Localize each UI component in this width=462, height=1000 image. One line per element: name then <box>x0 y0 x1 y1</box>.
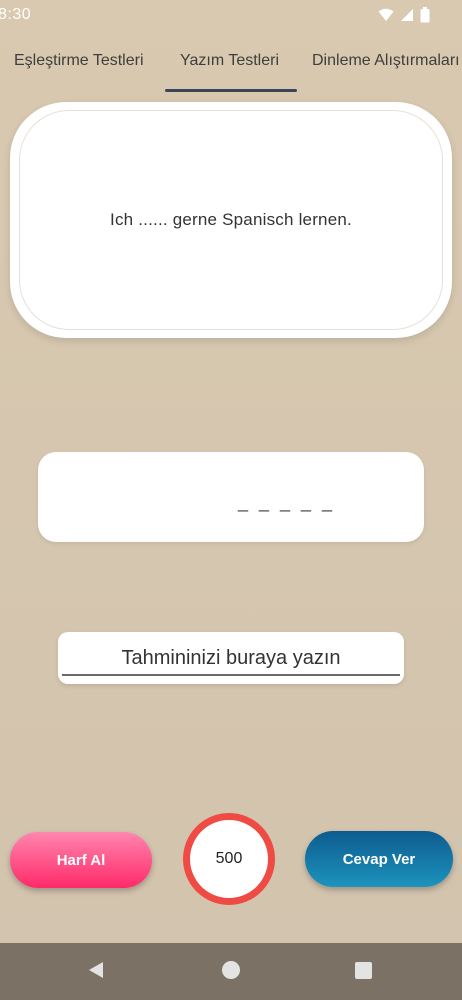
answer-mask-box: _ _ _ _ _ <box>38 452 424 542</box>
get-letter-button[interactable]: Harf Al <box>10 832 152 888</box>
guess-underline <box>62 674 400 676</box>
tab-selected-indicator <box>165 89 297 92</box>
wifi-icon <box>378 8 394 21</box>
get-letter-label: Harf Al <box>56 851 106 869</box>
guess-field <box>58 632 404 684</box>
tab-spelling-tests[interactable]: Yazım Testleri <box>180 52 279 70</box>
question-card: Ich ...... gerne Spanisch lernen. <box>10 102 452 338</box>
home-icon[interactable] <box>222 961 240 979</box>
status-time: 8:30 <box>0 6 32 23</box>
cell-signal-icon <box>401 9 413 21</box>
back-icon[interactable] <box>86 960 106 980</box>
answer-mask: _ _ _ _ _ <box>238 492 336 512</box>
battery-icon <box>420 7 430 23</box>
submit-answer-label: Cevap Ver <box>342 850 416 868</box>
recents-icon[interactable] <box>355 962 372 979</box>
tab-matching-tests[interactable]: Eşleştirme Testleri <box>14 52 144 70</box>
submit-answer-button[interactable]: Cevap Ver <box>305 831 453 887</box>
score-value: 500 <box>215 850 243 867</box>
question-card-inner: Ich ...... gerne Spanisch lernen. <box>19 110 443 330</box>
question-text: Ich ...... gerne Spanisch lernen. <box>110 210 352 229</box>
guess-input[interactable] <box>64 640 398 676</box>
tab-bar: Eşleştirme Testleri Yazım Testleri Dinle… <box>0 42 462 92</box>
status-icons <box>378 7 430 23</box>
status-bar: 8:30 <box>0 0 462 30</box>
score-badge: 500 <box>183 813 275 905</box>
tab-listening-exercises[interactable]: Dinleme Alıştırmaları <box>312 52 460 70</box>
system-navigation-bar <box>0 943 462 1000</box>
